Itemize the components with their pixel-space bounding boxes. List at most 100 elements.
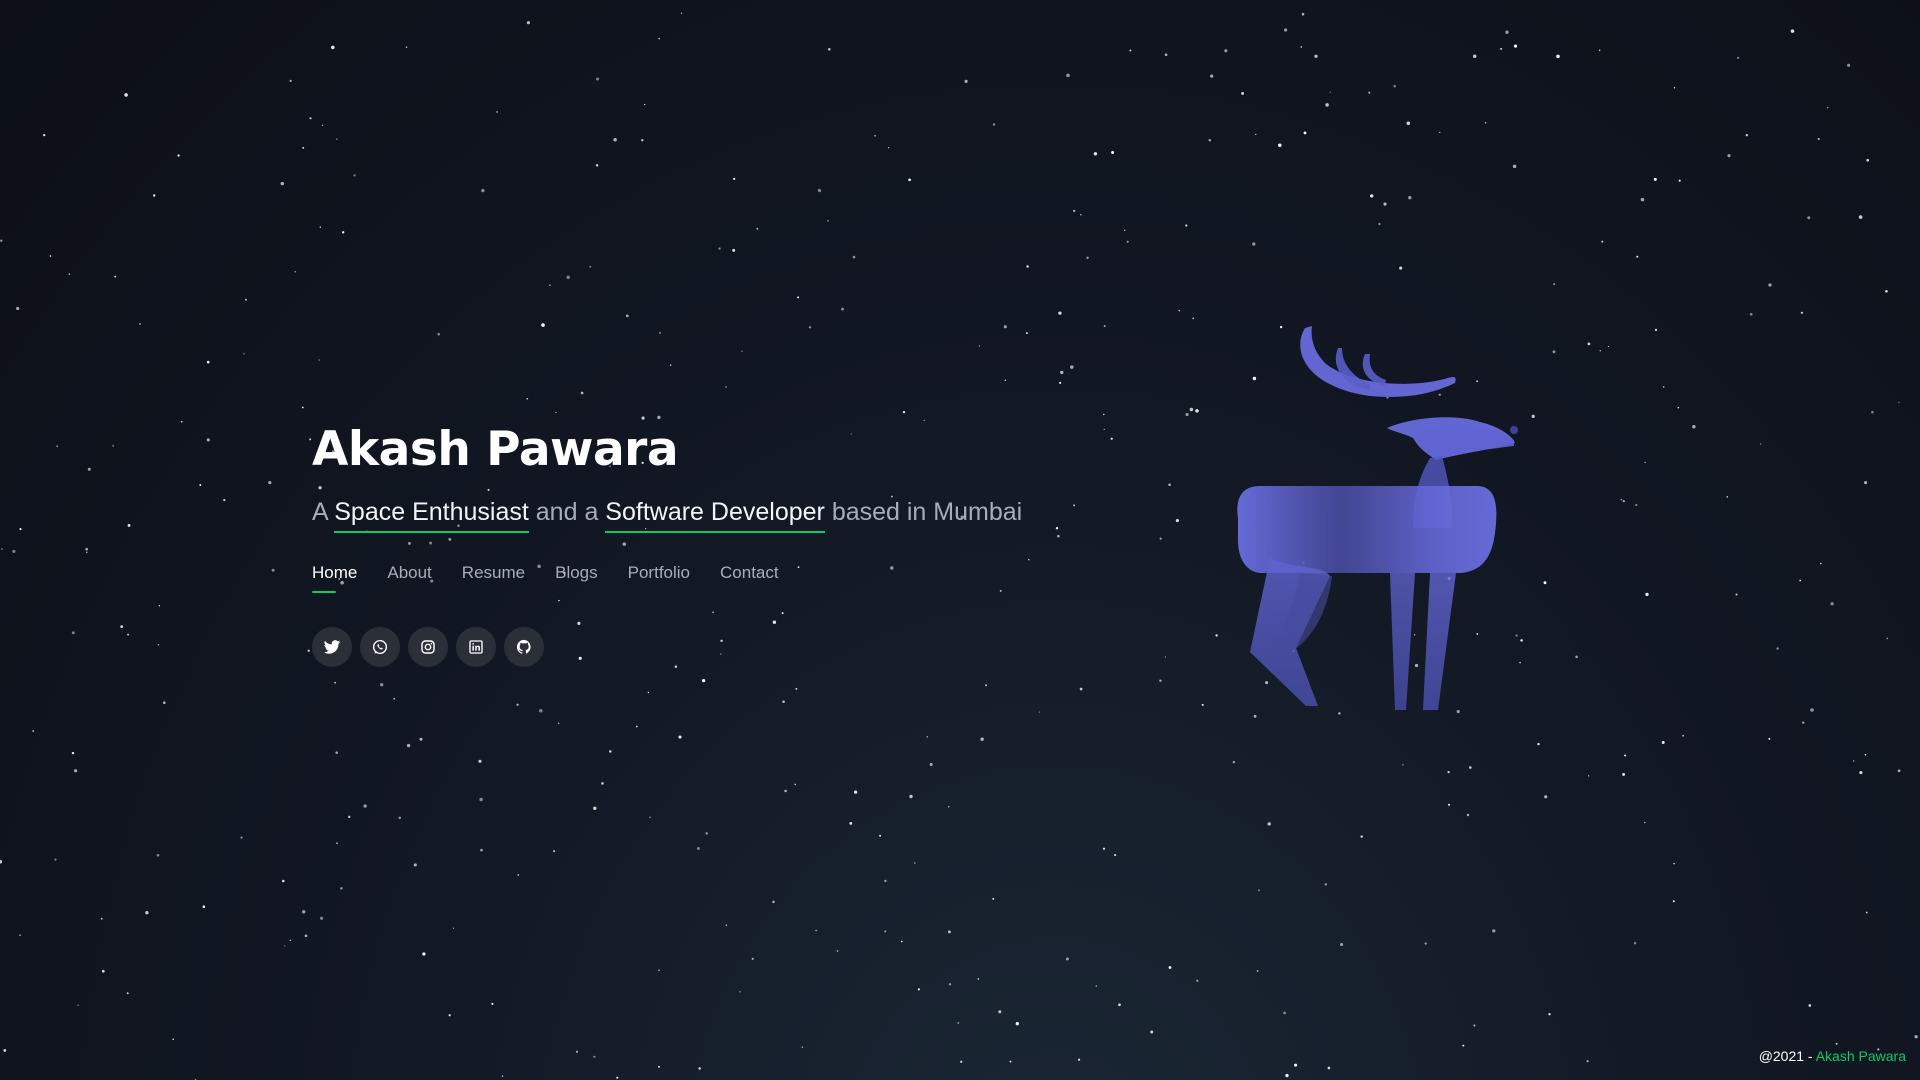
star	[101, 969, 105, 973]
star	[127, 523, 131, 527]
star	[491, 1002, 494, 1005]
star	[680, 12, 683, 14]
star	[1393, 84, 1396, 88]
star	[1066, 73, 1070, 78]
star	[1103, 413, 1105, 416]
star	[334, 681, 336, 684]
star	[1078, 1058, 1081, 1061]
star	[112, 445, 114, 447]
star	[1505, 30, 1509, 34]
star	[1004, 379, 1006, 381]
star	[1575, 655, 1578, 659]
star	[1439, 131, 1441, 133]
star	[900, 940, 903, 943]
star	[309, 117, 312, 120]
star	[1185, 224, 1188, 227]
whatsapp-icon	[372, 639, 388, 655]
star	[1727, 154, 1731, 158]
star	[1790, 29, 1795, 33]
star	[1817, 137, 1820, 141]
nav-item-contact[interactable]: Contact	[720, 563, 779, 593]
subtitle-highlight-space-enthusiast: Space Enthusiast	[334, 497, 529, 533]
star	[817, 188, 822, 193]
star	[336, 842, 338, 845]
star	[658, 1065, 660, 1068]
star	[398, 816, 402, 820]
star	[913, 862, 916, 864]
star	[1009, 1060, 1012, 1063]
star	[1340, 942, 1344, 947]
star	[701, 678, 706, 683]
nav-item-home[interactable]: Home	[312, 563, 357, 593]
deer-antlers	[1300, 326, 1456, 397]
star	[1258, 889, 1260, 892]
star	[43, 133, 46, 137]
star	[3, 1048, 7, 1052]
star	[1827, 107, 1829, 109]
star	[353, 174, 356, 177]
star	[1819, 562, 1822, 565]
star	[795, 687, 798, 690]
star	[1256, 970, 1259, 972]
whatsapp-button[interactable]	[360, 627, 400, 667]
linkedin-button[interactable]	[456, 627, 496, 667]
star	[1284, 28, 1288, 32]
star	[784, 789, 787, 793]
star	[145, 911, 149, 915]
star	[268, 481, 272, 485]
star	[0, 860, 3, 864]
star	[302, 910, 306, 914]
nav-item-portfolio[interactable]: Portfolio	[628, 563, 690, 593]
twitter-button[interactable]	[312, 627, 352, 667]
nav-item-resume[interactable]: Resume	[462, 563, 525, 593]
star	[19, 934, 21, 937]
star	[647, 691, 650, 694]
star	[1586, 1060, 1589, 1063]
star	[1735, 593, 1738, 596]
star	[480, 848, 483, 852]
star	[422, 952, 426, 956]
deer-body	[1237, 486, 1497, 573]
star	[1189, 407, 1194, 412]
star	[1360, 835, 1363, 838]
star	[1473, 1024, 1476, 1027]
star	[948, 930, 951, 934]
star	[1015, 1022, 1019, 1026]
star	[947, 805, 950, 808]
star	[452, 927, 455, 929]
star	[1368, 91, 1371, 94]
hero-section: Akash Pawara A Space Enthusiast and a So…	[312, 416, 1132, 667]
star	[985, 684, 988, 687]
star	[139, 322, 141, 325]
star	[696, 847, 700, 850]
star	[1406, 121, 1411, 126]
star	[601, 782, 604, 785]
nav-item-about[interactable]: About	[387, 563, 431, 593]
star	[87, 467, 91, 471]
star	[153, 194, 156, 197]
github-icon	[516, 639, 531, 654]
deer-front-leg-back	[1423, 573, 1456, 710]
star	[1370, 194, 1374, 198]
star	[917, 988, 921, 991]
github-button[interactable]	[504, 627, 544, 667]
star	[1556, 54, 1560, 59]
star	[980, 737, 984, 741]
star	[887, 146, 890, 149]
star	[852, 255, 856, 259]
star	[1383, 202, 1387, 206]
instagram-button[interactable]	[408, 627, 448, 667]
star	[1886, 637, 1889, 640]
nav-item-blogs[interactable]: Blogs	[555, 563, 598, 593]
star	[282, 879, 285, 883]
star	[739, 991, 741, 993]
star	[1759, 443, 1762, 445]
star	[1086, 256, 1089, 259]
star	[1645, 592, 1649, 597]
star	[1300, 46, 1302, 48]
star	[1447, 803, 1451, 806]
star	[1768, 283, 1772, 287]
star	[1224, 49, 1228, 53]
footer-author-link[interactable]: Akash Pawara	[1816, 1048, 1906, 1064]
star	[127, 633, 130, 636]
